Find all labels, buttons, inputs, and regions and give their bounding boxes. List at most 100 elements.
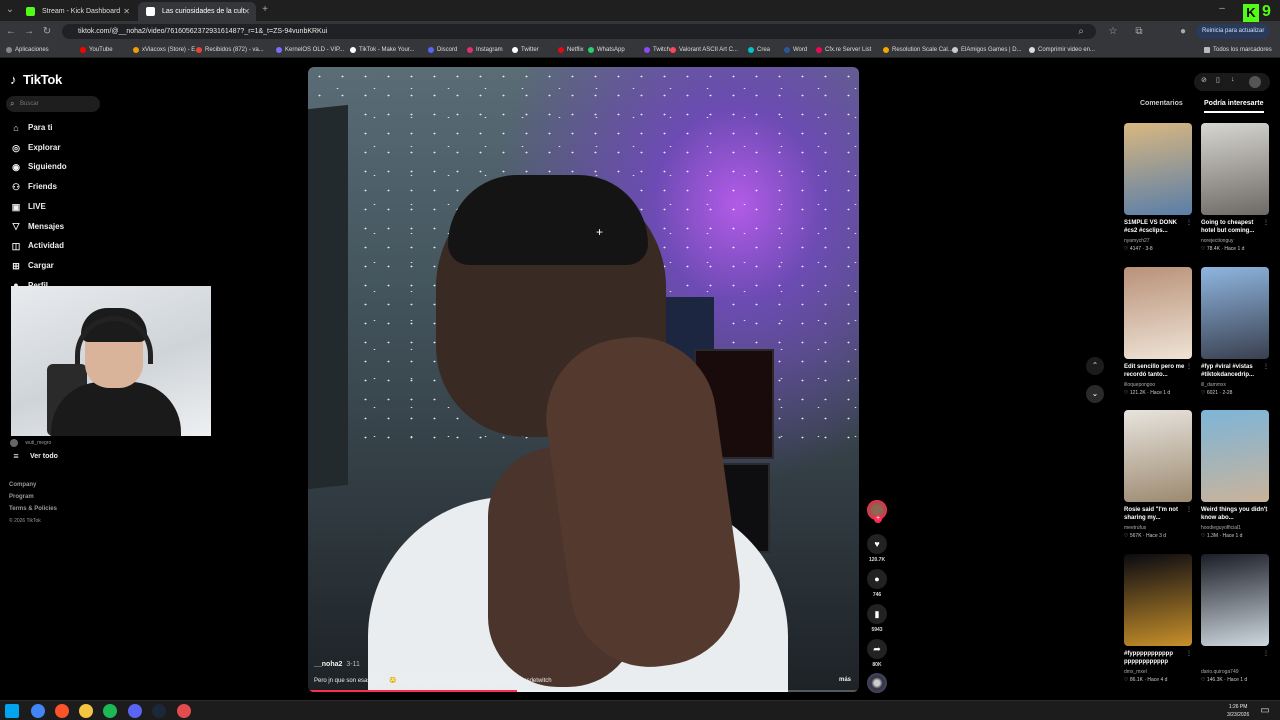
share-icon[interactable]: ➦ (867, 639, 887, 659)
more-options-icon[interactable]: ⋮ (1263, 219, 1269, 226)
chevron-down-icon[interactable]: ⌄ (1086, 385, 1104, 403)
bookmark-item[interactable]: Instagram (467, 45, 503, 55)
video-thumbnail[interactable] (1201, 123, 1269, 215)
video-thumbnail[interactable] (1124, 266, 1192, 359)
recommended-video-card[interactable]: dario.quiroga749 ♡ 146.3K · Hace 1 d ⋮ (1201, 553, 1269, 683)
share-action[interactable]: ➦ 80K (867, 639, 887, 668)
phone-icon[interactable]: ▯ (1216, 76, 1220, 84)
taskbar-app-icon[interactable] (103, 704, 117, 718)
sidebar-item-mensajes[interactable]: ▽ Mensajes (10, 220, 65, 234)
windows-start-icon[interactable] (5, 704, 19, 718)
music-disc-icon[interactable] (867, 673, 887, 693)
save-action[interactable]: ▮ 5943 (867, 604, 887, 633)
more-options-icon[interactable]: ⋮ (1186, 363, 1192, 370)
recommended-video-card[interactable]: S1MPLE VS DONK #cs2 #csclips... nyamych27… (1124, 123, 1192, 252)
video-thumbnail[interactable] (1124, 123, 1192, 215)
footer-program[interactable]: Program (9, 494, 34, 500)
sidebar-item-cargar[interactable]: ⊞ Cargar (10, 259, 54, 273)
restart-update-button[interactable]: Reinicia para actualizar (1196, 24, 1271, 39)
tab-comments[interactable]: Comentarios (1140, 100, 1183, 107)
video-thumbnail[interactable] (1201, 266, 1269, 359)
taskbar-app-icon[interactable] (152, 704, 166, 718)
following-account[interactable]: wuti_megro (10, 436, 51, 450)
taskbar-app-icon[interactable] (177, 704, 191, 718)
recommended-video-card[interactable]: Edit sencillo pero me recordó tanto... il… (1124, 266, 1192, 396)
video-user[interactable]: norejectionguy (1201, 238, 1269, 244)
recommended-video-card[interactable]: Rosie said "I'm not sharing my... meetruf… (1124, 410, 1192, 539)
tab-recommended[interactable]: Podría interesarte (1204, 100, 1264, 113)
link-icon[interactable]: ⊘ (1201, 76, 1207, 84)
video-user[interactable]: hoodieguyofficial1 (1201, 525, 1269, 531)
bookmark-item[interactable]: Comprimir video en... (1029, 45, 1095, 55)
bookmark-item[interactable]: Crea (748, 45, 770, 55)
footer-company[interactable]: Company (9, 482, 36, 488)
reload-icon[interactable]: ↻ (40, 25, 54, 38)
sidebar-item-actividad[interactable]: ◫ Actividad (10, 239, 64, 253)
video-user[interactable]: meetrufus (1124, 525, 1192, 531)
bookmark-icon[interactable]: ▮ (867, 604, 887, 624)
tab-search-icon[interactable]: ⌄ (3, 3, 17, 16)
bookmark-item[interactable]: xViacoxs (Store) - E... (133, 45, 200, 55)
url-field[interactable]: tiktok.com/@__noha2/video/76160562372931… (62, 24, 1096, 39)
video-user[interactable]: nyamych27 (1124, 238, 1192, 244)
sidebar-item-para-ti[interactable]: ⌂ Para ti (10, 121, 52, 135)
sidebar-item-live[interactable]: ▣ LIVE (10, 200, 46, 214)
extensions-icon[interactable]: ⧉ (1132, 25, 1146, 38)
video-user[interactable]: illoquepongoo (1124, 382, 1192, 388)
tab-kick-dashboard[interactable]: Stream - Kick Dashboard ✕ (18, 2, 136, 21)
recommended-video-card[interactable]: #fyppppppppppp pppppppppppp dmx_mxel ♡ 86.… (1124, 553, 1192, 683)
recommended-video-card[interactable]: #fyp #viral #vistas #tiktokdancedrip... i… (1201, 266, 1269, 396)
download-icon[interactable]: ↓ (1231, 76, 1235, 83)
close-icon[interactable]: ✕ (243, 2, 250, 21)
video-progress-bar[interactable] (308, 690, 859, 692)
bookmark-item[interactable]: Valorant ASCII Art C... (670, 45, 738, 55)
bookmark-item[interactable]: Twitch (644, 45, 670, 55)
bookmark-item[interactable]: Cfx.re Server List (816, 45, 871, 55)
video-thumbnail[interactable] (1201, 553, 1269, 646)
bookmark-item[interactable]: Word (784, 45, 807, 55)
more-options-icon[interactable]: ⋮ (1186, 506, 1192, 513)
sidebar-item-siguiendo[interactable]: ◉ Siguiendo (10, 160, 67, 174)
more-options-icon[interactable]: ⋮ (1186, 650, 1192, 657)
bookmark-item[interactable]: Netflix (558, 45, 584, 55)
recommended-video-card[interactable]: Weird things you didn't know abo... hoodi… (1201, 410, 1269, 539)
footer-terms[interactable]: Terms & Policies (9, 506, 57, 512)
more-options-icon[interactable]: ⋮ (1263, 363, 1269, 370)
more-options-icon[interactable]: ⋮ (1186, 219, 1192, 226)
forward-icon[interactable]: → (22, 25, 36, 38)
bookmark-item[interactable]: Resolution Scale Cal... (883, 45, 953, 55)
comment-action[interactable]: ● 746 (867, 569, 887, 598)
back-icon[interactable]: ← (4, 25, 18, 38)
video-thumbnail[interactable] (1201, 410, 1269, 502)
sidebar-item-explorar[interactable]: ◎ Explorar (10, 141, 60, 155)
recommended-video-card[interactable]: Going to cheapest hotel but coming... nor… (1201, 123, 1269, 252)
close-icon[interactable]: ✕ (123, 2, 130, 21)
tiktok-logo[interactable]: ♪ TikTok (10, 72, 62, 87)
bookmark-item[interactable]: Recibidos (872) - va... (196, 45, 264, 55)
follow-plus-icon[interactable]: + (874, 515, 882, 523)
see-all-link[interactable]: ≡ Ver todo (10, 450, 58, 464)
notification-icon[interactable]: ▭ (1258, 704, 1272, 717)
video-thumbnail[interactable] (1124, 553, 1192, 646)
new-tab-icon[interactable]: + (258, 3, 272, 16)
bookmark-item[interactable]: WhatsApp (588, 45, 625, 55)
like-action[interactable]: ♥ 120.7K (867, 534, 887, 563)
video-player[interactable]: + __noha2 3-11 Pero jn que son esas cosas… (308, 67, 859, 692)
taskbar-app-icon[interactable] (31, 704, 45, 718)
sidebar-item-friends[interactable]: ⚇ Friends (10, 180, 57, 194)
bookmark-item[interactable]: ElAmigos Games | D... (952, 45, 1022, 55)
more-link[interactable]: más (839, 677, 851, 683)
bookmark-item[interactable]: YouTube (80, 45, 113, 55)
more-options-icon[interactable]: ⋮ (1263, 650, 1269, 657)
taskbar-app-icon[interactable] (55, 704, 69, 718)
chevron-up-icon[interactable]: ⌃ (1086, 357, 1104, 375)
bookmark-item[interactable]: KernelOS OLD - VIP... (276, 45, 344, 55)
comment-icon[interactable]: ● (867, 569, 887, 589)
more-options-icon[interactable]: ⋮ (1263, 506, 1269, 513)
profile-icon[interactable]: ● (1176, 25, 1190, 38)
zoom-icon[interactable]: ⌕ (1074, 25, 1088, 38)
video-thumbnail[interactable] (1124, 410, 1192, 502)
taskbar-app-icon[interactable] (79, 704, 93, 718)
tab-tiktok-video[interactable]: Las curiosidades de la cult ✕ (138, 2, 256, 21)
avatar[interactable] (1249, 76, 1261, 88)
